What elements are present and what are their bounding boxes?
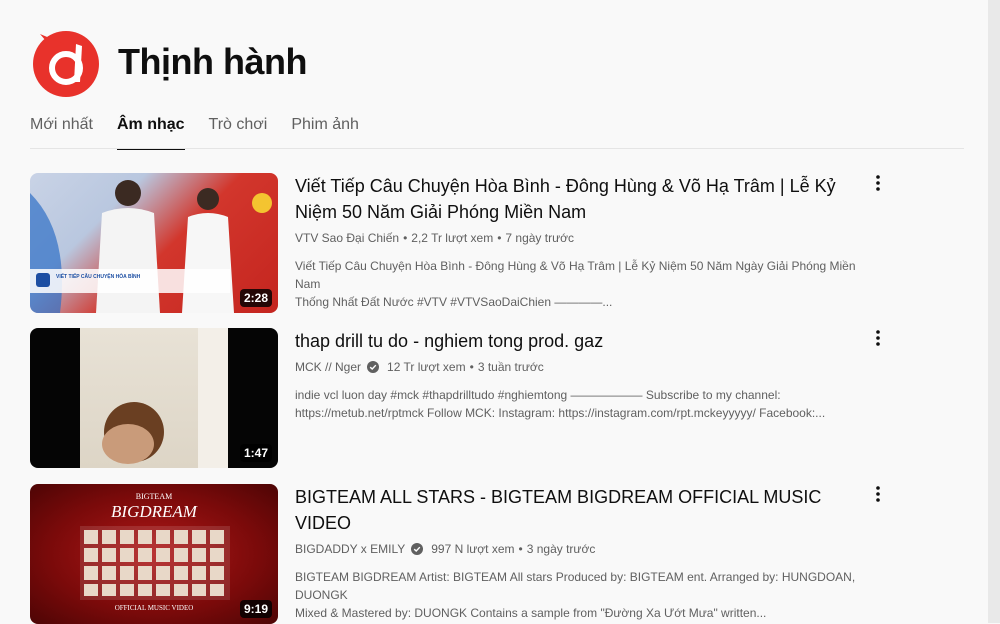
video-thumbnail[interactable]: 1:47 <box>30 328 278 468</box>
channel-name[interactable]: MCK // Nger <box>295 360 361 374</box>
video-title[interactable]: Viết Tiếp Câu Chuyện Hòa Bình - Đông Hùn… <box>295 173 875 225</box>
upload-age: 3 tuần trước <box>477 360 544 374</box>
more-vert-icon[interactable] <box>868 324 888 352</box>
video-meta: VTV Sao Đại Chiến • 2,2 Tr lượt xem • 7 … <box>295 231 574 245</box>
more-vert-icon[interactable] <box>868 169 888 197</box>
trending-music-logo-icon <box>33 31 99 97</box>
verified-icon <box>411 543 424 555</box>
view-count: 12 Tr lượt xem <box>387 360 466 374</box>
video-item[interactable]: VIẾT TIẾP CÂU CHUYỆN HÒA BÌNH 2:28 Viết … <box>30 173 900 313</box>
thumbnail-caption: VIẾT TIẾP CÂU CHUYỆN HÒA BÌNH <box>56 274 141 280</box>
video-title[interactable]: thap drill tu do - nghiem tong prod. gaz <box>295 328 875 354</box>
video-duration: 2:28 <box>239 289 272 307</box>
description-line-1: BIGTEAM BIGDREAM Artist: BIGTEAM All sta… <box>295 570 856 602</box>
video-info: BIGTEAM ALL STARS - BIGTEAM BIGDREAM OFF… <box>295 484 875 622</box>
verified-icon <box>367 361 380 373</box>
page-header: Thịnh hành <box>30 22 307 102</box>
description-line-1: Viết Tiếp Câu Chuyện Hòa Bình - Đông Hùn… <box>295 259 856 291</box>
video-item[interactable]: 1:47 thap drill tu do - nghiem tong prod… <box>30 328 900 468</box>
tab-phim-anh[interactable]: Phim ảnh <box>291 112 359 148</box>
video-duration: 9:19 <box>239 600 272 618</box>
more-vert-icon[interactable] <box>868 480 888 508</box>
video-thumbnail[interactable]: BIGTEAM BIGDREAM OFFICIAL MUSIC VIDEO 9:… <box>30 484 278 624</box>
description-line-1: indie vcl luon day #mck #thapdrilltudo #… <box>295 388 781 402</box>
video-description: Viết Tiếp Câu Chuyện Hòa Bình - Đông Hùn… <box>295 257 875 311</box>
video-title-line-1[interactable]: Viết Tiếp Câu Chuyện Hòa Bình - Đông Hùn… <box>295 176 836 196</box>
video-description: indie vcl luon day #mck #thapdrilltudo #… <box>295 386 875 422</box>
page-title: Thịnh hành <box>118 41 307 82</box>
tab-moi-nhat[interactable]: Mới nhất <box>30 112 93 148</box>
video-item[interactable]: BIGTEAM BIGDREAM OFFICIAL MUSIC VIDEO 9:… <box>30 484 900 624</box>
view-count: 2,2 Tr lượt xem <box>411 231 494 245</box>
upload-age: 3 ngày trước <box>526 542 596 556</box>
tab-tro-choi[interactable]: Trò chơi <box>209 112 268 148</box>
video-duration: 1:47 <box>239 444 272 462</box>
description-line-2: https://metub.net/rptmck Follow MCK: Ins… <box>295 406 826 420</box>
video-title[interactable]: BIGTEAM ALL STARS - BIGTEAM BIGDREAM OFF… <box>295 484 875 536</box>
thumbnail-figure <box>102 328 228 468</box>
channel-name[interactable]: VTV Sao Đại Chiến <box>295 231 399 245</box>
description-line-2: Mixed & Mastered by: DUONGK Contains a s… <box>295 606 767 620</box>
channel-name[interactable]: BIGDADDY x EMILY <box>295 542 405 556</box>
video-info: Viết Tiếp Câu Chuyện Hòa Bình - Đông Hùn… <box>295 173 875 311</box>
description-line-2: Thống Nhất Đất Nước #VTV #VTVSaoDaiChien… <box>295 295 613 309</box>
tabs-divider <box>30 148 964 149</box>
video-info: thap drill tu do - nghiem tong prod. gaz… <box>295 328 875 422</box>
scrollbar-track[interactable] <box>988 0 1000 623</box>
thumbnail-art <box>80 328 228 468</box>
video-thumbnail[interactable]: VIẾT TIẾP CÂU CHUYỆN HÒA BÌNH 2:28 <box>30 173 278 313</box>
view-count: 997 N lượt xem <box>431 542 515 556</box>
tab-am-nhac[interactable]: Âm nhạc <box>116 112 185 150</box>
category-tabs: Mới nhất Âm nhạc Trò chơi Phim ảnh <box>30 112 383 150</box>
video-description: BIGTEAM BIGDREAM Artist: BIGTEAM All sta… <box>295 568 875 622</box>
video-title-line-2[interactable]: Niệm 50 Năm Giải Phóng Miền Nam <box>295 202 586 222</box>
upload-age: 7 ngày trước <box>505 231 574 245</box>
video-meta: MCK // Nger 12 Tr lượt xem • 3 tuần trướ… <box>295 360 544 374</box>
video-meta: BIGDADDY x EMILY 997 N lượt xem • 3 ngày… <box>295 542 596 556</box>
